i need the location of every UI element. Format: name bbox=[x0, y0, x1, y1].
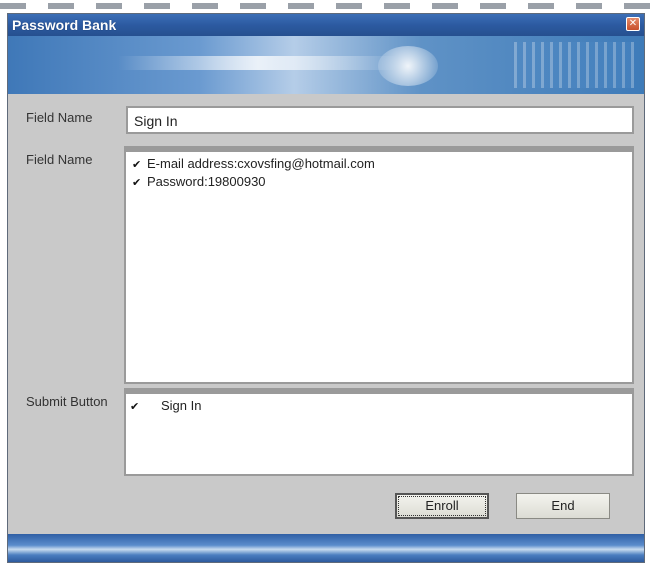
top-dashed-band bbox=[0, 0, 651, 12]
window-title: Password Bank bbox=[12, 17, 117, 33]
field-name-label: Field Name bbox=[26, 110, 93, 125]
checkbox-checked-icon[interactable]: ✔ bbox=[132, 176, 143, 189]
password-bank-window: Password Bank ✕ Field Name Sign In Field… bbox=[7, 13, 645, 563]
field-item-password: Password:19800930 bbox=[147, 174, 266, 189]
field-name-input[interactable]: Sign In bbox=[126, 106, 634, 134]
enroll-button[interactable]: Enroll bbox=[395, 493, 489, 519]
footer-banner bbox=[8, 534, 644, 562]
list-item[interactable]: ✔ E-mail address:cxovsfing@hotmail.com bbox=[132, 156, 375, 171]
list-item[interactable]: ✔ Password:19800930 bbox=[132, 174, 266, 189]
banner-orb bbox=[378, 46, 438, 86]
submit-item-label: Sign In bbox=[161, 398, 202, 413]
submit-button-list[interactable]: ✔ Sign In bbox=[124, 388, 634, 476]
checkbox-checked-icon[interactable]: ✔ bbox=[130, 400, 141, 413]
banner-tech-graphic bbox=[514, 42, 634, 88]
title-bar[interactable]: Password Bank ✕ bbox=[8, 14, 644, 36]
fields-label: Field Name bbox=[26, 152, 93, 167]
close-button[interactable]: ✕ bbox=[626, 17, 640, 31]
close-icon: ✕ bbox=[628, 18, 638, 29]
checkbox-checked-icon[interactable]: ✔ bbox=[132, 158, 143, 171]
banner-glow bbox=[118, 56, 398, 70]
end-button[interactable]: End bbox=[516, 493, 610, 519]
field-item-email: E-mail address:cxovsfing@hotmail.com bbox=[147, 156, 375, 171]
list-item[interactable]: ✔ Sign In bbox=[130, 398, 201, 413]
header-banner bbox=[8, 36, 644, 94]
fields-list[interactable]: ✔ E-mail address:cxovsfing@hotmail.com ✔ P… bbox=[124, 146, 634, 384]
submit-button-label: Submit Button bbox=[26, 394, 108, 409]
